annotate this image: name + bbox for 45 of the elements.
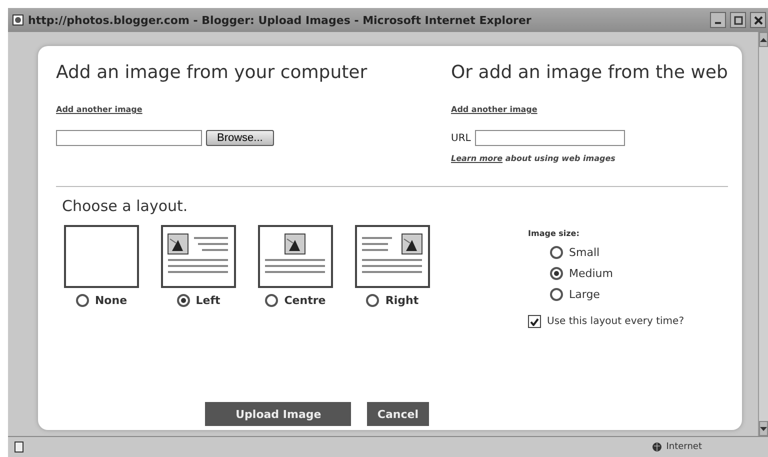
image-size-label: Image size: [528, 229, 580, 238]
add-image-link[interactable]: Add another image [56, 105, 142, 114]
url-label: URL [451, 132, 471, 144]
up-arrow-icon [760, 38, 767, 42]
checkbox[interactable] [528, 315, 541, 328]
radio-button[interactable] [265, 294, 278, 307]
scrollbar[interactable] [758, 32, 768, 436]
checkbox-label: Use this layout every time? [547, 316, 684, 327]
minimize-button[interactable] [710, 12, 726, 28]
radio-label: None [94, 294, 128, 307]
cancel-button[interactable]: Cancel [367, 402, 428, 426]
radio-label: Small [569, 246, 600, 259]
down-arrow-icon [760, 426, 767, 430]
file-input-field[interactable] [56, 130, 202, 146]
globe-icon [652, 442, 662, 452]
radio-label: Right [385, 294, 419, 307]
section-heading: Or add an image from the web [451, 62, 728, 83]
radio-button[interactable] [550, 288, 563, 301]
browse-button[interactable]: Browse... [206, 130, 274, 146]
maximize-icon [734, 16, 742, 24]
maximize-button[interactable] [730, 12, 746, 28]
url-input-field[interactable] [474, 130, 625, 146]
section-heading: Add an image from your computer [56, 62, 368, 83]
close-button[interactable] [750, 12, 766, 28]
radio-label: Medium [569, 267, 613, 280]
radio-label: Left [196, 294, 220, 307]
zone-label: Internet [666, 442, 702, 452]
upload-button[interactable]: Upload Image [205, 402, 352, 426]
close-icon [754, 16, 762, 24]
radio-label: Large [569, 288, 600, 301]
radio-button[interactable] [550, 246, 563, 259]
radio-button[interactable] [176, 294, 190, 307]
page-icon [14, 441, 24, 453]
help-text: Learn more about using web images [451, 154, 616, 163]
add-image-link[interactable]: Add another image [451, 105, 538, 114]
section-heading: Choose a layout. [62, 197, 189, 215]
radio-label: Centre [284, 294, 326, 307]
radio-button[interactable] [550, 267, 563, 280]
window-title: http://photos.blogger.com - Blogger: Upload Images - Microsoft Internet Explorer [28, 14, 532, 26]
learn-more-link[interactable]: Learn more [451, 154, 503, 163]
scroll-down-button[interactable] [758, 421, 768, 436]
page-icon [12, 14, 24, 26]
radio-button[interactable] [366, 294, 380, 307]
scroll-up-button[interactable] [758, 32, 768, 47]
radio-button[interactable] [76, 294, 89, 307]
